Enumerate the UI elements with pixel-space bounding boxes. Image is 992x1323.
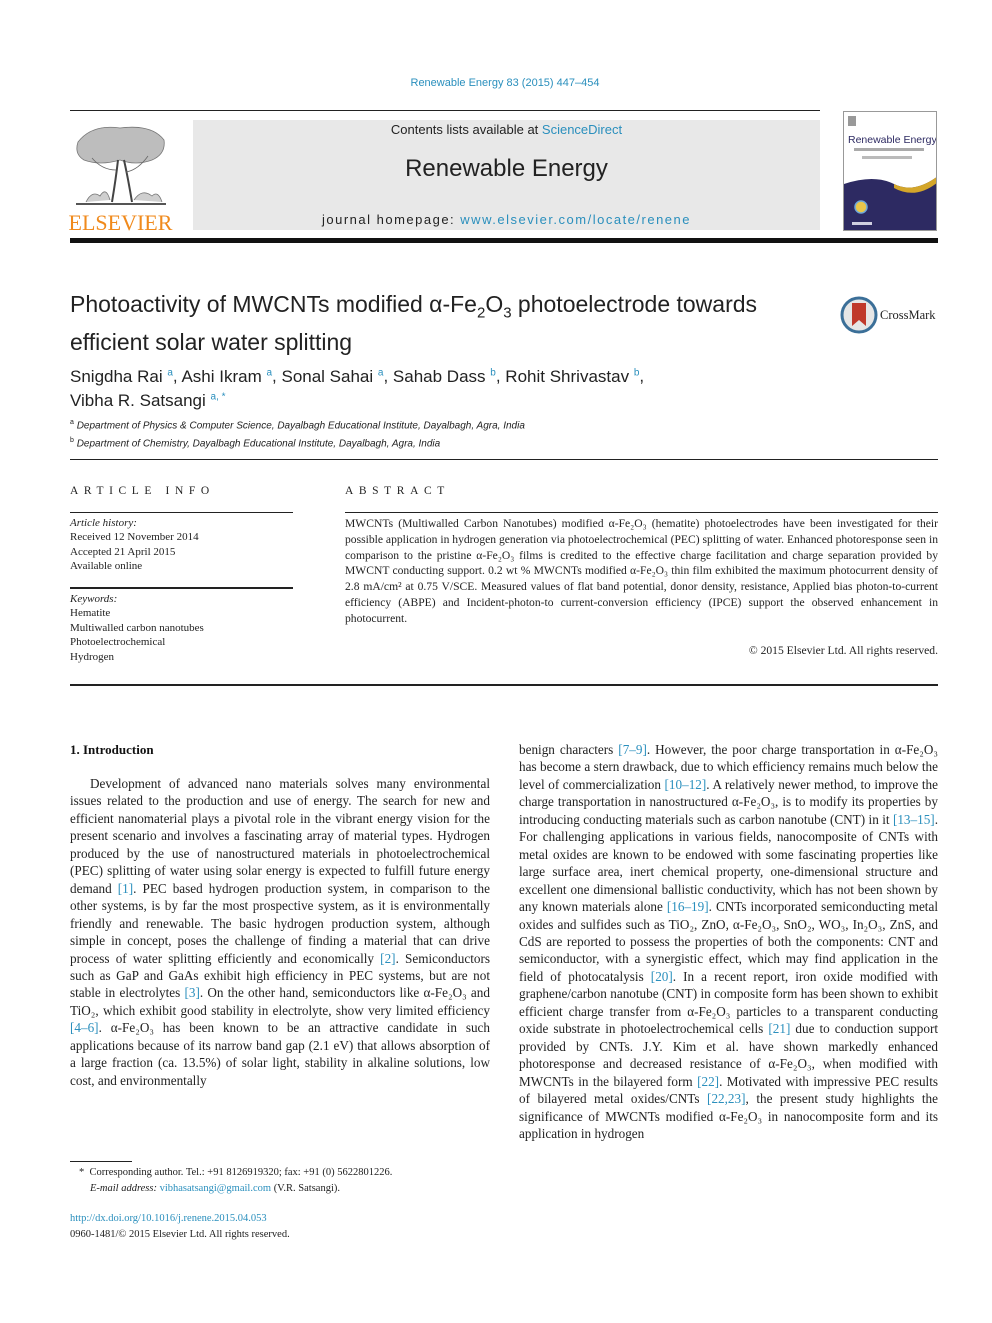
doi-link[interactable]: http://dx.doi.org/10.1016/j.renene.2015.… [70,1211,267,1227]
article-title: Photoactivity of MWCNTs modified α-Fe2O3… [70,290,820,357]
title-text: Photoactivity of MWCNTs modified α-Fe [70,291,477,317]
issn-copyright: 0960-1481/© 2015 Elsevier Ltd. All right… [70,1229,290,1240]
elsevier-wordmark: ELSEVIER [68,210,173,235]
body-text: . α-Fe₂O₃ has been known to be an attrac… [70,1020,490,1088]
reference-link[interactable]: [4–6] [70,1020,99,1035]
reference-link[interactable]: [10–12] [665,777,707,792]
homepage-prefix: journal homepage: [321,212,461,227]
abstract-copyright: © 2015 Elsevier Ltd. All rights reserved… [748,644,938,657]
header-divider [70,238,938,243]
keyword: Photoelectrochemical [70,636,166,649]
crossmark-button[interactable]: CrossMark [840,296,940,334]
reference-link[interactable]: [16–19] [667,899,709,914]
journal-name: Renewable Energy [405,155,608,182]
reference-link[interactable]: [22,23] [707,1091,745,1106]
author[interactable]: Ashi Ikram a [181,367,272,386]
homepage-line: journal homepage: www.elsevier.com/locat… [193,212,820,227]
reference-link[interactable]: [13–15] [893,812,935,827]
footnote-divider [70,1161,132,1162]
cover-art-icon [844,116,936,230]
corresponding-author-note: * Corresponding author. Tel.: +91 812691… [79,1167,393,1178]
affiliation: b Department of Chemistry, Dayalbagh Edu… [70,436,441,450]
reference-link[interactable]: [7–9] [618,742,647,757]
keyword: Multiwalled carbon nanotubes [70,621,204,634]
divider [70,459,938,460]
tree-icon [76,126,166,205]
divider [70,587,293,589]
journal-citation[interactable]: Renewable Energy 83 (2015) 447–454 [0,77,992,89]
affiliations: a Department of Physics & Computer Scien… [70,416,830,452]
affiliation: a Department of Physics & Computer Scien… [70,419,525,432]
crossmark-icon [840,296,878,334]
author[interactable]: Vibha R. Satsangi a, * [70,391,226,410]
email-note: E-mail address: vibhasatsangi@gmail.com … [90,1183,340,1194]
keyword: Hematite [70,607,111,620]
body-column-left: Development of advanced nano materials s… [70,775,490,1089]
accepted-date: Accepted 21 April 2015 [70,545,176,558]
divider [70,512,293,513]
abstract-text: MWCNTs (Multiwalled Carbon Nanotubes) mo… [345,517,938,625]
contents-prefix: Contents lists available at [390,122,542,137]
journal-homepage-link[interactable]: www.elsevier.com/locate/renene [460,212,691,227]
divider [345,512,938,513]
section-heading: 1. Introduction [70,742,154,757]
cover-title: Renewable Energy [848,134,937,146]
body-column-right: benign characters [7–9]. However, the po… [519,741,938,1142]
article-info-heading: ARTICLE INFO [70,485,215,497]
footnote: * Corresponding author. Tel.: +91 812691… [79,1165,499,1197]
body-text: Development of advanced nano materials s… [70,776,490,896]
author-list: Snigdha Rai a, Ashi Ikram a, Sonal Sahai… [70,366,645,411]
reference-link[interactable]: [2] [380,951,395,966]
cover-subtitle-bar [862,156,912,159]
keyword: Hydrogen [70,650,114,663]
contents-line: Contents lists available at ScienceDirec… [193,122,820,137]
divider [70,684,938,686]
crossmark-label: CrossMark [880,308,936,322]
elsevier-logo[interactable]: ELSEVIER [68,120,173,235]
title-text: O [485,291,504,317]
sciencedirect-link[interactable]: ScienceDirect [542,122,622,137]
reference-link[interactable]: [3] [184,985,199,1000]
author[interactable]: Sonal Sahai a [281,367,383,386]
author[interactable]: Rohit Shrivastav b [505,367,639,386]
keywords-label: Keywords: [70,593,118,605]
available-online: Available online [70,560,143,573]
author[interactable]: Snigdha Rai a [70,367,173,386]
title-subscript: 3 [503,304,512,322]
journal-masthead: Contents lists available at ScienceDirec… [193,120,820,230]
history-label: Article history: [70,517,137,529]
reference-link[interactable]: [21] [768,1021,790,1036]
received-date: Received 12 November 2014 [70,531,199,544]
cover-subtitle-bar [854,148,924,151]
reference-link[interactable]: [20] [651,969,673,984]
reference-link[interactable]: [1] [118,881,133,896]
journal-cover-image[interactable]: Renewable Energy [843,111,937,231]
keywords: Keywords: Hematite Multiwalled carbon na… [70,592,300,664]
abstract-heading: ABSTRACT [345,485,450,497]
email-link[interactable]: vibhasatsangi@gmail.com [160,1183,271,1194]
divider [70,110,820,111]
body-text: benign characters [519,742,619,757]
reference-link[interactable]: [22] [697,1074,719,1089]
article-history: Article history: Received 12 November 20… [70,516,300,574]
author[interactable]: Sahab Dass b [393,367,496,386]
